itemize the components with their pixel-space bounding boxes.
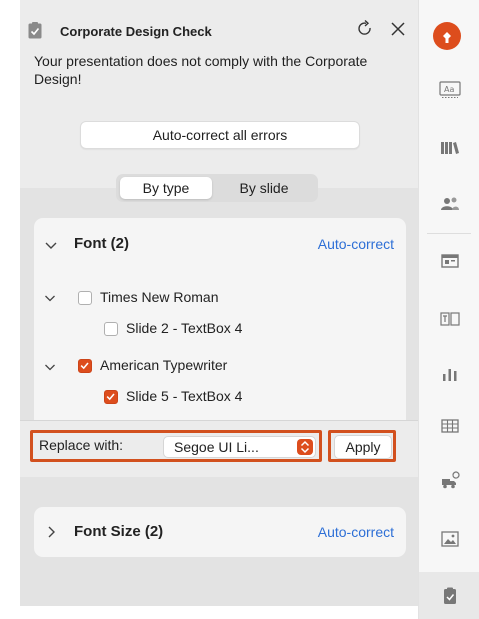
text-box-icon <box>439 312 460 326</box>
compliance-warning: Your presentation does not comply with t… <box>34 53 368 87</box>
checkmark-icon <box>80 362 89 370</box>
font-section-title: Font (2) <box>74 235 129 252</box>
brand-logo-icon[interactable] <box>433 22 461 50</box>
chart-tool[interactable] <box>419 348 479 400</box>
toggle-by-type[interactable]: By type <box>120 177 212 199</box>
chevron-down-icon[interactable] <box>44 238 58 252</box>
apply-button[interactable]: Apply <box>334 435 392 459</box>
text-style-tool[interactable]: Aa <box>419 63 479 115</box>
occurrence-label: Slide 2 - TextBox 4 <box>126 320 243 336</box>
checkbox-slide-2-textbox-4[interactable] <box>104 322 118 336</box>
checkbox-american-typewriter[interactable] <box>78 359 92 373</box>
image-tool[interactable] <box>419 513 479 565</box>
checkmark-icon <box>106 393 115 401</box>
bar-chart-icon <box>442 369 456 381</box>
view-toggle: By type By slide <box>116 174 318 202</box>
brand-mark-icon <box>443 32 451 43</box>
font-size-auto-correct-link[interactable]: Auto-correct <box>318 524 394 540</box>
image-icon <box>440 531 459 547</box>
clipboard-check-icon <box>28 22 42 39</box>
close-icon[interactable] <box>388 19 408 39</box>
replace-with-label: Replace with: <box>39 437 124 453</box>
corporate-design-check-panel: Corporate Design Check Your presentation… <box>20 0 418 606</box>
team-tool[interactable] <box>419 177 479 229</box>
replace-with-group: Replace with: Segoe UI Li... <box>30 430 322 462</box>
clipboard-check-icon <box>443 587 456 604</box>
occurrence-label: Slide 5 - TextBox 4 <box>126 388 243 404</box>
delivery-tool[interactable] <box>419 455 479 507</box>
table-tool[interactable] <box>419 400 479 452</box>
chevron-down-icon[interactable] <box>44 292 56 304</box>
text-style-icon: Aa <box>438 81 461 98</box>
panel-title: Corporate Design Check <box>60 24 212 39</box>
chevron-down-icon[interactable] <box>44 361 56 373</box>
font-size-section-card: Font Size (2) Auto-correct <box>34 507 406 557</box>
toggle-by-slide[interactable]: By slide <box>216 177 312 199</box>
refresh-icon[interactable] <box>355 19 375 39</box>
table-icon <box>440 419 459 433</box>
text-box-tool[interactable] <box>419 293 479 345</box>
design-check-tool[interactable] <box>419 572 479 619</box>
add-in-toolbar: Aa <box>418 0 479 619</box>
auto-correct-all-button[interactable]: Auto-correct all errors <box>80 121 360 149</box>
apply-group: Apply <box>328 430 396 462</box>
library-tool[interactable] <box>419 122 479 174</box>
font-auto-correct-link[interactable]: Auto-correct <box>318 236 394 252</box>
layout-icon <box>440 254 459 268</box>
library-icon <box>440 142 459 154</box>
select-arrows-icon <box>297 439 313 455</box>
team-icon <box>440 197 459 210</box>
replacement-font-select[interactable]: Segoe UI Li... <box>163 436 316 458</box>
replacement-font-value: Segoe UI Li... <box>174 439 259 455</box>
toolbar-separator <box>427 233 471 234</box>
layout-tool[interactable] <box>419 235 479 287</box>
font-item-label: Times New Roman <box>100 289 219 305</box>
replace-row: Replace with: Segoe UI Li... Apply <box>20 420 418 477</box>
font-item-label: American Typewriter <box>100 357 228 373</box>
svg-text:Aa: Aa <box>444 85 454 94</box>
checkbox-times-new-roman[interactable] <box>78 291 92 305</box>
checkbox-slide-5-textbox-4[interactable] <box>104 390 118 404</box>
panel-header: Corporate Design Check <box>20 0 418 44</box>
chevron-right-icon[interactable] <box>44 525 58 539</box>
font-size-section-title: Font Size (2) <box>74 523 164 540</box>
truck-icon <box>441 471 460 489</box>
